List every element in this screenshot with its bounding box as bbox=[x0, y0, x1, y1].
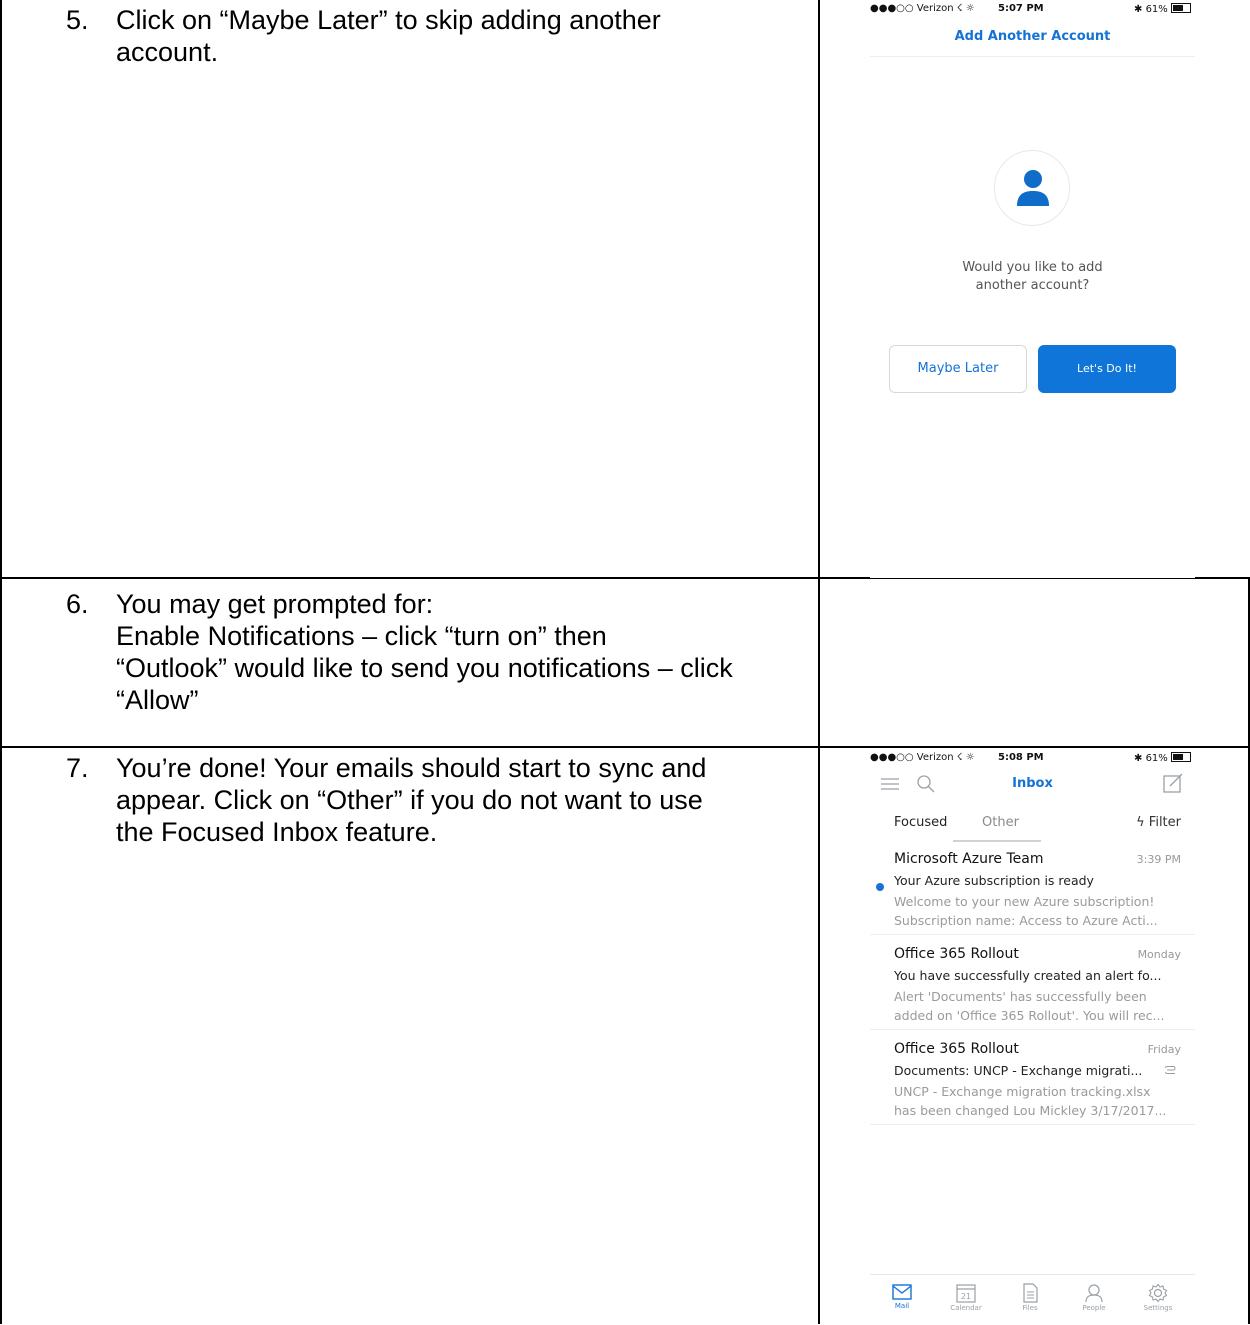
attachment-icon bbox=[1165, 1066, 1176, 1074]
step-line: the Focused Inbox feature. bbox=[116, 817, 438, 847]
step-number: 7. bbox=[66, 753, 89, 783]
add-account-screenshot: ●●●○○ Verizon ☇ ☼ 5:07 PM ✱ 61% Add Anot… bbox=[870, 0, 1195, 578]
step-line: “Allow” bbox=[116, 685, 199, 715]
email-preview: UNCP - Exchange migration tracking.xlsx … bbox=[894, 1084, 1167, 1118]
inbox-title: Inbox bbox=[1012, 776, 1053, 791]
list-divider bbox=[870, 1029, 1195, 1030]
battery-status: ✱ 61% bbox=[1134, 3, 1191, 15]
list-item[interactable]: Office 365 Rollout Monday You have succe… bbox=[870, 946, 1195, 1026]
table-column-divider bbox=[818, 0, 820, 1324]
step-line: account. bbox=[116, 37, 219, 67]
table-row-divider-2 bbox=[0, 746, 1250, 748]
tab-indicator bbox=[953, 840, 1041, 842]
email-time: 3:39 PM bbox=[1136, 853, 1181, 866]
step-text: Click on “Maybe Later” to skip adding an… bbox=[116, 4, 806, 68]
person-icon bbox=[1017, 170, 1049, 206]
email-preview: Alert 'Documents' has successfully been … bbox=[894, 989, 1165, 1023]
step-text: You’re done! Your emails should start to… bbox=[116, 752, 806, 848]
table-border-left bbox=[0, 0, 2, 1324]
step-line: appear. Click on “Other” if you do not w… bbox=[116, 785, 703, 815]
mail-icon bbox=[892, 1284, 912, 1300]
step-line: “Outlook” would like to send you notific… bbox=[116, 653, 733, 683]
email-sender: Office 365 Rollout bbox=[894, 946, 1019, 962]
tab-settings[interactable]: Settings bbox=[1133, 1283, 1183, 1312]
inbox-screenshot: ●●●○○ Verizon ☇ ☼ 5:08 PM ✱ 61% Inbox Fo… bbox=[870, 749, 1195, 1324]
maybe-later-button[interactable]: Maybe Later bbox=[889, 345, 1027, 393]
avatar bbox=[994, 150, 1070, 226]
bottom-tab-bar: Mail 21 Calendar Files People Settings bbox=[870, 1274, 1195, 1325]
add-account-question: Would you like to add another account? bbox=[962, 260, 1103, 293]
step-number: 6. bbox=[66, 589, 89, 619]
tab-files[interactable]: Files bbox=[1005, 1283, 1055, 1312]
email-sender: Microsoft Azure Team bbox=[894, 851, 1044, 867]
list-divider bbox=[870, 934, 1195, 935]
email-preview: Welcome to your new Azure subscription! … bbox=[894, 894, 1158, 928]
list-item[interactable]: Office 365 Rollout Friday Documents: UNC… bbox=[870, 1041, 1195, 1121]
battery-icon bbox=[1171, 752, 1191, 762]
status-bar: ●●●○○ Verizon ☇ ☼ 5:07 PM ✱ 61% bbox=[870, 0, 1195, 20]
header-divider bbox=[870, 56, 1195, 57]
step-text: You may get prompted for: Enable Notific… bbox=[116, 588, 806, 716]
filter-button[interactable]: ϟ Filter bbox=[1136, 815, 1181, 830]
unread-dot-icon bbox=[876, 883, 884, 891]
step-line: Enable Notifications – click “turn on” t… bbox=[116, 621, 607, 651]
compose-icon[interactable] bbox=[1162, 772, 1184, 794]
email-time: Monday bbox=[1137, 948, 1181, 961]
screen-title: Add Another Account bbox=[954, 29, 1111, 44]
files-icon bbox=[1023, 1283, 1038, 1303]
carrier-signal: ●●●○○ Verizon ☇ ☼ bbox=[870, 752, 975, 763]
tab-focused[interactable]: Focused bbox=[894, 815, 947, 830]
step-line: Click on “Maybe Later” to skip adding an… bbox=[116, 5, 661, 35]
tab-people[interactable]: People bbox=[1069, 1283, 1119, 1312]
list-item[interactable]: Microsoft Azure Team 3:39 PM Your Azure … bbox=[870, 851, 1195, 931]
email-subject: Your Azure subscription is ready bbox=[894, 873, 1094, 888]
calendar-icon: 21 bbox=[956, 1284, 976, 1303]
status-time: 5:08 PM bbox=[998, 752, 1044, 763]
battery-status: ✱ 61% bbox=[1134, 752, 1191, 764]
tab-calendar[interactable]: 21 Calendar bbox=[941, 1283, 991, 1312]
step-line: You’re done! Your emails should start to… bbox=[116, 753, 707, 783]
tab-mail[interactable]: Mail bbox=[877, 1283, 927, 1310]
svg-text:21: 21 bbox=[961, 1292, 971, 1301]
people-icon bbox=[1085, 1284, 1103, 1303]
tab-other[interactable]: Other bbox=[982, 815, 1019, 830]
carrier-signal: ●●●○○ Verizon ☇ ☼ bbox=[870, 3, 975, 14]
step-line: You may get prompted for: bbox=[116, 589, 434, 619]
email-time: Friday bbox=[1147, 1043, 1181, 1056]
step-number: 5. bbox=[66, 5, 89, 35]
lets-do-it-button[interactable]: Let's Do It! bbox=[1038, 345, 1176, 393]
battery-icon bbox=[1171, 3, 1191, 13]
email-sender: Office 365 Rollout bbox=[894, 1041, 1019, 1057]
list-divider bbox=[870, 1124, 1195, 1125]
email-subject: Documents: UNCP - Exchange migrati... bbox=[894, 1063, 1143, 1078]
inbox-tabs: Focused Other ϟ Filter bbox=[870, 811, 1195, 847]
status-time: 5:07 PM bbox=[998, 3, 1044, 14]
settings-icon bbox=[1148, 1283, 1168, 1303]
email-subject: You have successfully created an alert f… bbox=[894, 968, 1162, 983]
status-bar: ●●●○○ Verizon ☇ ☼ 5:08 PM ✱ 61% bbox=[870, 749, 1195, 769]
